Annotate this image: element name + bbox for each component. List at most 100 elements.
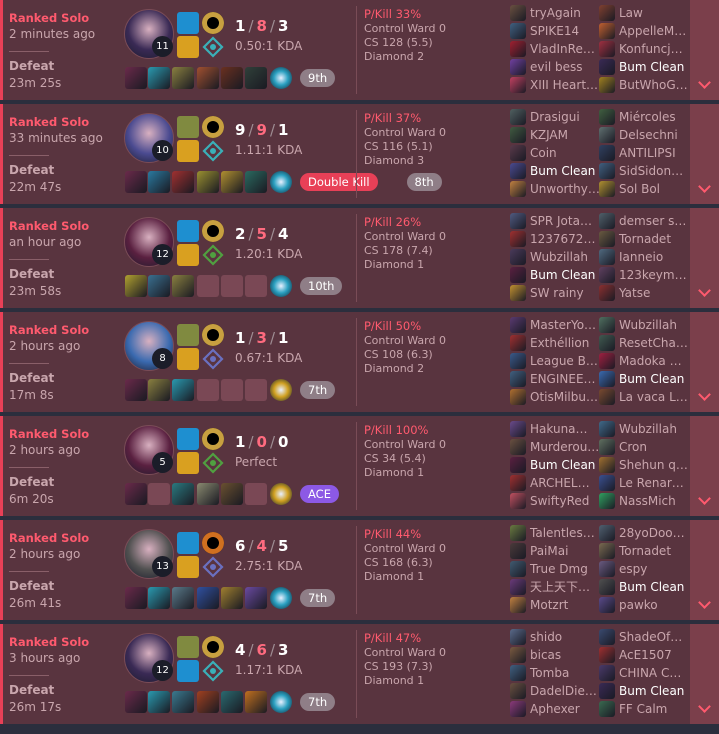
item-slot-icon[interactable] xyxy=(172,275,194,297)
item-slot-icon[interactable] xyxy=(172,587,194,609)
participant-name[interactable]: SwiftyRed xyxy=(530,493,589,510)
secondary-rune-icon[interactable] xyxy=(202,556,224,578)
participant-name[interactable]: Bum Clean xyxy=(619,579,684,596)
item-slot-icon[interactable] xyxy=(125,587,147,609)
trinket-ward-icon[interactable] xyxy=(270,691,292,713)
participant-name[interactable]: Miércoles xyxy=(619,109,676,126)
participant-name[interactable]: 28yoDoo… xyxy=(619,525,685,542)
participant-name[interactable]: Bum Clean xyxy=(619,371,684,388)
trinket-ward-icon[interactable] xyxy=(270,171,292,193)
item-slot-icon[interactable] xyxy=(148,67,170,89)
item-slot-icon[interactable] xyxy=(172,379,194,401)
participant-name[interactable]: OtisMilbu… xyxy=(530,389,598,406)
participant-name[interactable]: Konfuncj… xyxy=(619,41,683,58)
participant-name[interactable]: Law xyxy=(619,5,643,22)
summoner-spell-2-icon[interactable] xyxy=(177,244,199,266)
item-slot-icon[interactable] xyxy=(148,691,170,713)
participant-name[interactable]: La vaca L… xyxy=(619,389,688,406)
participant-name[interactable]: FF Calm xyxy=(619,701,667,718)
trinket-ward-icon[interactable] xyxy=(270,275,292,297)
item-slot-icon[interactable] xyxy=(172,67,194,89)
item-slot-icon[interactable] xyxy=(245,587,267,609)
item-slot-icon[interactable] xyxy=(245,67,267,89)
participant-name[interactable]: Talentles… xyxy=(530,525,595,542)
secondary-rune-icon[interactable] xyxy=(202,140,224,162)
participant-name[interactable]: VladInRe… xyxy=(530,41,595,58)
participant-name[interactable]: Cron xyxy=(619,439,647,456)
participant-name[interactable]: Tomba xyxy=(530,665,569,682)
participant-name[interactable]: ARCHEL… xyxy=(530,475,590,492)
summoner-spell-2-icon[interactable] xyxy=(177,556,199,578)
summoner-spell-2-icon[interactable] xyxy=(177,140,199,162)
item-slot-icon[interactable] xyxy=(221,587,243,609)
trinket-ward-icon[interactable] xyxy=(270,587,292,609)
participant-name[interactable]: XIII Heart… xyxy=(530,77,598,94)
item-slot-icon[interactable] xyxy=(125,275,147,297)
keystone-rune-icon[interactable] xyxy=(202,532,224,554)
participant-name[interactable]: Tornadet xyxy=(619,231,671,248)
summoner-spell-1-icon[interactable] xyxy=(177,428,199,450)
participant-name[interactable]: Tornadet xyxy=(619,543,671,560)
summoner-spell-2-icon[interactable] xyxy=(177,660,199,682)
match-card[interactable]: Ranked Solo 33 minutes ago Defeat 22m 47s 10… xyxy=(0,104,719,208)
participant-name[interactable]: Le Renar… xyxy=(619,475,684,492)
item-slot-icon[interactable] xyxy=(125,691,147,713)
participant-name[interactable]: Bum Clean xyxy=(530,163,595,180)
expand-details-button[interactable] xyxy=(690,312,719,412)
secondary-rune-icon[interactable] xyxy=(202,452,224,474)
participant-name[interactable]: Unworthy… xyxy=(530,181,600,198)
participant-name[interactable]: SPIKE14 xyxy=(530,23,579,40)
participant-name[interactable]: CHINA C… xyxy=(619,665,681,682)
participant-name[interactable]: Bum Clean xyxy=(619,683,684,700)
participant-name[interactable]: demser s… xyxy=(619,213,686,230)
participant-name[interactable]: ButWhoG… xyxy=(619,77,688,94)
participant-name[interactable]: Madoka … xyxy=(619,353,682,370)
match-card[interactable]: Ranked Solo 2 hours ago Defeat 26m 41s 13 6/4… xyxy=(0,520,719,624)
item-slot-icon[interactable] xyxy=(197,691,219,713)
item-slot-icon[interactable] xyxy=(197,587,219,609)
keystone-rune-icon[interactable] xyxy=(202,636,224,658)
participant-name[interactable]: ShadeOf… xyxy=(619,629,682,646)
match-card[interactable]: Ranked Solo 2 hours ago Defeat 6m 20s 5 1/0/0… xyxy=(0,416,719,520)
participant-name[interactable]: Drasigui xyxy=(530,109,580,126)
participant-name[interactable]: AcE1507 xyxy=(619,647,672,664)
trinket-ward-icon[interactable] xyxy=(270,483,292,505)
participant-name[interactable]: KZJAM xyxy=(530,127,568,144)
summoner-spell-2-icon[interactable] xyxy=(177,452,199,474)
item-slot-icon[interactable] xyxy=(221,483,243,505)
match-card[interactable]: Ranked Solo 3 hours ago Defeat 26m 17s 12 4/6… xyxy=(0,624,719,728)
item-slot-icon[interactable] xyxy=(148,379,170,401)
participant-name[interactable]: Exthéllion xyxy=(530,335,589,352)
item-slot-icon[interactable] xyxy=(221,67,243,89)
participant-name[interactable]: Shehun q… xyxy=(619,457,688,474)
participant-name[interactable]: NassMich xyxy=(619,493,676,510)
item-slot-icon[interactable] xyxy=(197,67,219,89)
secondary-rune-icon[interactable] xyxy=(202,36,224,58)
item-slot-icon[interactable] xyxy=(125,171,147,193)
summoner-spell-2-icon[interactable] xyxy=(177,36,199,58)
participant-name[interactable]: ANTILIPSI xyxy=(619,145,676,162)
participant-name[interactable]: tryAgain xyxy=(530,5,581,22)
participant-name[interactable]: SW rainy xyxy=(530,285,584,302)
secondary-rune-icon[interactable] xyxy=(202,660,224,682)
participant-name[interactable]: 123keym… xyxy=(619,267,687,284)
summoner-spell-2-icon[interactable] xyxy=(177,348,199,370)
participant-name[interactable]: Sol Bol xyxy=(619,181,660,198)
keystone-rune-icon[interactable] xyxy=(202,428,224,450)
item-slot-icon[interactable] xyxy=(197,483,219,505)
item-slot-icon[interactable] xyxy=(125,483,147,505)
participant-name[interactable]: Wubzillah xyxy=(619,317,677,334)
participant-name[interactable]: ENGINEE… xyxy=(530,371,596,388)
item-slot-icon[interactable] xyxy=(125,67,147,89)
participant-name[interactable]: bicas xyxy=(530,647,561,664)
item-slot-icon[interactable] xyxy=(221,171,243,193)
expand-details-button[interactable] xyxy=(690,624,719,724)
item-slot-icon[interactable] xyxy=(148,171,170,193)
keystone-rune-icon[interactable] xyxy=(202,116,224,138)
participant-name[interactable]: Murderou… xyxy=(530,439,599,456)
trinket-ward-icon[interactable] xyxy=(270,67,292,89)
item-slot-icon[interactable] xyxy=(197,171,219,193)
summoner-spell-1-icon[interactable] xyxy=(177,324,199,346)
participant-name[interactable]: Wubzillah xyxy=(619,421,677,438)
participant-name[interactable]: SPR Jota… xyxy=(530,213,592,230)
